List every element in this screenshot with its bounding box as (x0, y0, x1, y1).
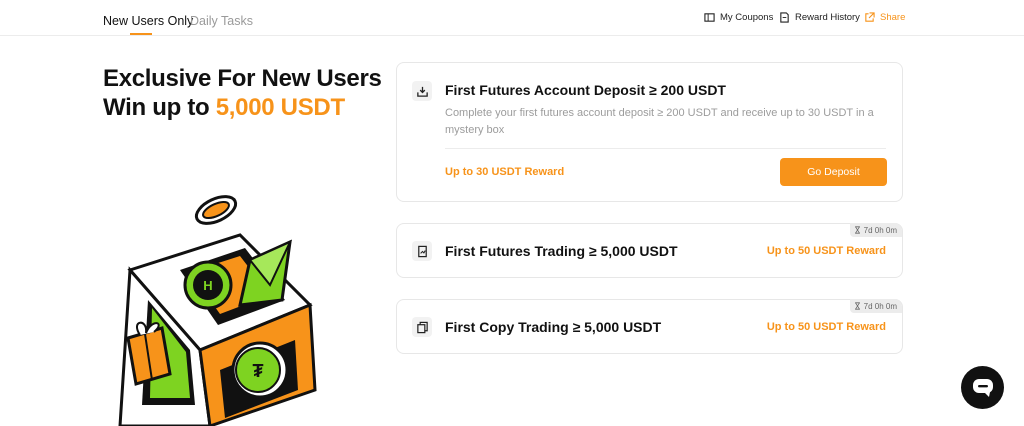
task-reward: Up to 30 USDT Reward (445, 166, 565, 178)
task-reward: Up to 50 USDT Reward (766, 245, 886, 257)
hero-prefix: Win up to (103, 94, 216, 121)
futures-trading-icon (412, 241, 432, 261)
share-label: Share (880, 12, 906, 23)
green-coin-icon: H (183, 260, 233, 310)
my-coupons-link[interactable]: My Coupons (704, 12, 773, 23)
countdown-timer: 7d 0h 0m (849, 299, 902, 313)
task-card-futures-deposit: First Futures Account Deposit ≥ 200 USDT… (396, 62, 903, 202)
svg-text:₮: ₮ (253, 361, 264, 381)
top-navigation: New Users Only Daily Tasks My Coupons Re… (0, 0, 1024, 36)
chat-support-button[interactable] (961, 366, 1004, 409)
card-divider (445, 148, 886, 149)
active-tab-indicator (130, 33, 152, 35)
tab-new-users-only[interactable]: New Users Only (103, 14, 193, 28)
hero-headline: Exclusive For New Users Win up to 5,000 … (103, 64, 382, 122)
hero-line-2: Win up to 5,000 USDT (103, 93, 382, 122)
task-card-copy-trading: 7d 0h 0m First Copy Trading ≥ 5,000 USDT… (396, 299, 903, 354)
share-link[interactable]: Share (864, 12, 905, 23)
task-card-futures-trading: 7d 0h 0m First Futures Trading ≥ 5,000 U… (396, 223, 903, 278)
reward-history-link[interactable]: Reward History (779, 12, 860, 23)
svg-text:H: H (203, 278, 212, 293)
front-coin-icon: ₮ (231, 341, 289, 399)
task-reward: Up to 50 USDT Reward (766, 321, 886, 333)
chat-icon (972, 378, 993, 397)
hourglass-icon (854, 226, 860, 234)
reward-history-label: Reward History (795, 12, 860, 23)
hero-line-1: Exclusive For New Users (103, 65, 382, 92)
task-title: First Futures Trading ≥ 5,000 USDT (445, 243, 678, 259)
history-icon (780, 12, 789, 23)
flying-coin-icon (194, 195, 238, 225)
hero-amount: 5,000 USDT (215, 94, 345, 121)
task-title: First Copy Trading ≥ 5,000 USDT (445, 319, 662, 335)
go-deposit-button[interactable]: Go Deposit (780, 158, 887, 186)
hourglass-icon (854, 302, 860, 310)
share-icon (865, 12, 875, 22)
my-coupons-label: My Coupons (720, 12, 774, 23)
timer-value: 7d 0h 0m (863, 301, 897, 311)
tab-daily-tasks[interactable]: Daily Tasks (190, 14, 253, 28)
deposit-icon (412, 81, 432, 101)
task-description: Complete your first futures account depo… (445, 107, 874, 136)
timer-value: 7d 0h 0m (863, 225, 897, 235)
coupon-icon (704, 13, 715, 22)
copy-trading-icon (412, 317, 432, 337)
task-title: First Futures Account Deposit ≥ 200 USDT (445, 82, 726, 98)
countdown-timer: 7d 0h 0m (849, 223, 902, 237)
mystery-box-illustration: H ₮ (118, 195, 317, 426)
